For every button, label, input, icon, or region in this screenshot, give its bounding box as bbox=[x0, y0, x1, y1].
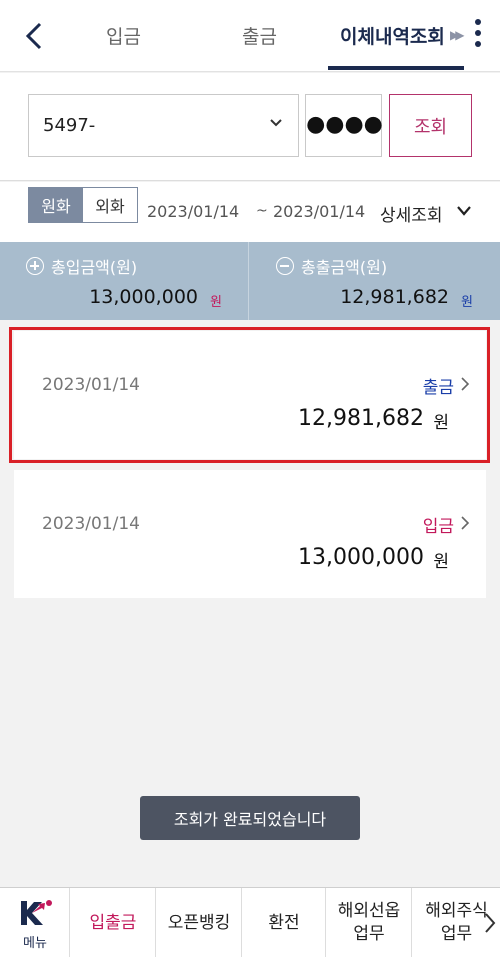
chevron-down-icon bbox=[270, 119, 282, 127]
total-withdraw-amount: 12,981,682 bbox=[340, 286, 449, 308]
chevron-right-icon[interactable] bbox=[484, 912, 496, 934]
nav-open-banking[interactable]: 오픈뱅킹 bbox=[157, 888, 242, 957]
transaction-unit: 원 bbox=[433, 552, 449, 572]
transaction-amount: 13,000,000 bbox=[298, 545, 424, 570]
total-withdraw-title: 총출금액(원) bbox=[301, 258, 388, 277]
query-button[interactable]: 조회 bbox=[389, 94, 472, 157]
account-select[interactable]: 5497- bbox=[28, 94, 299, 157]
total-deposit: 총입금액(원) 13,000,000 원 bbox=[0, 242, 249, 320]
filter-bar: 원화 외화 2023/01/14 ~ 2023/01/14 상세조회 bbox=[0, 182, 500, 242]
total-withdraw: 총출금액(원) 12,981,682 원 bbox=[250, 242, 499, 320]
top-bar: 입금 출금 이체내역조회 ▶▶ bbox=[0, 0, 500, 72]
date-separator: ~ bbox=[256, 203, 268, 219]
total-withdraw-unit: 원 bbox=[461, 295, 473, 310]
menu-button[interactable]: 메뉴 bbox=[0, 888, 70, 957]
more-options-icon[interactable] bbox=[470, 16, 486, 52]
chevron-right-icon bbox=[461, 516, 470, 530]
date-to[interactable]: 2023/01/14 bbox=[273, 202, 365, 221]
total-deposit-amount: 13,000,000 bbox=[89, 286, 198, 308]
nav-exchange[interactable]: 환전 bbox=[243, 888, 326, 957]
tab-withdraw[interactable]: 출금 bbox=[242, 22, 277, 49]
password-field[interactable]: ●●●● bbox=[305, 94, 383, 157]
total-deposit-title: 총입금액(원) bbox=[51, 258, 138, 277]
scroll-right-arrows-icon[interactable]: ▶▶ bbox=[450, 28, 465, 42]
bank-logo-icon bbox=[21, 900, 52, 925]
password-mask: ●●●● bbox=[306, 112, 383, 137]
minus-circle-icon bbox=[276, 257, 294, 275]
active-tab-indicator bbox=[328, 66, 464, 70]
transaction-type: 입금 bbox=[422, 517, 454, 537]
tab-deposit[interactable]: 입금 bbox=[106, 22, 141, 49]
chevron-down-icon[interactable] bbox=[456, 204, 472, 218]
detail-search-button[interactable]: 상세조회 bbox=[380, 201, 443, 226]
transaction-date: 2023/01/14 bbox=[42, 514, 140, 534]
query-bar: 5497- ●●●● 조회 bbox=[0, 73, 500, 181]
date-from[interactable]: 2023/01/14 bbox=[147, 202, 239, 221]
bottom-nav: 메뉴 입출금 오픈뱅킹 환전 해외선옵 업무 해외주식 업무 bbox=[0, 887, 500, 957]
currency-toggle: 원화 외화 bbox=[28, 187, 138, 223]
summary-bar: 총입금액(원) 13,000,000 원 총출금액(원) 12,981,682 … bbox=[0, 242, 500, 320]
currency-foreign-option[interactable]: 외화 bbox=[83, 188, 137, 222]
toast-message: 조회가 완료되었습니다 bbox=[140, 796, 360, 840]
currency-won-option[interactable]: 원화 bbox=[29, 188, 83, 222]
transaction-item[interactable]: 2023/01/14 입금 13,000,000 원 bbox=[14, 470, 486, 598]
back-arrow-icon[interactable] bbox=[22, 20, 50, 52]
account-number: 5497- bbox=[43, 115, 96, 136]
nav-deposit-withdraw[interactable]: 입출금 bbox=[71, 888, 156, 957]
tab-transfer-history[interactable]: 이체내역조회 bbox=[340, 22, 445, 49]
nav-overseas-options[interactable]: 해외선옵 업무 bbox=[327, 888, 412, 957]
selection-highlight bbox=[9, 327, 490, 463]
plus-circle-icon bbox=[26, 257, 44, 275]
menu-label: 메뉴 bbox=[23, 936, 47, 951]
total-deposit-unit: 원 bbox=[210, 295, 222, 310]
